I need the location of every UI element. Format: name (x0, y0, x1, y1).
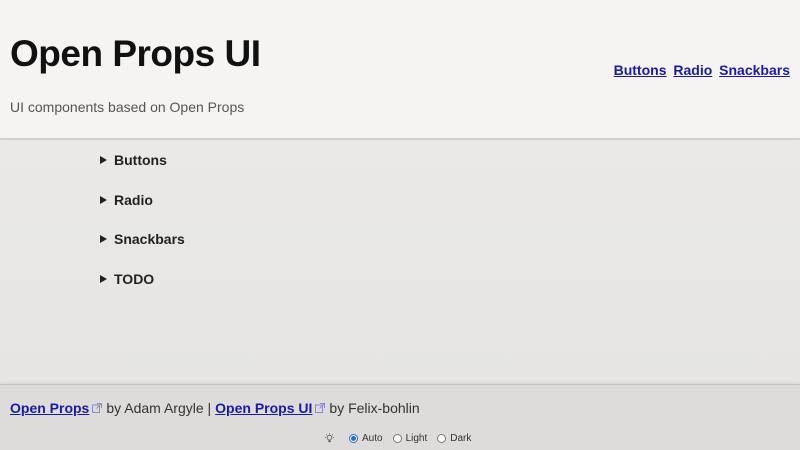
external-link-icon (92, 403, 103, 413)
nav-link-radio[interactable]: Radio (673, 62, 712, 78)
site-title: Open Props UI (10, 33, 261, 74)
section-buttons[interactable]: Buttons (100, 152, 167, 168)
section-radio[interactable]: Radio (100, 192, 153, 208)
theme-auto-radio[interactable] (349, 434, 358, 443)
site-subtitle: UI components based on Open Props (10, 99, 245, 115)
lightbulb-icon (324, 433, 335, 443)
disclosure-triangle-icon (100, 275, 107, 283)
section-label: Radio (114, 192, 153, 208)
section-label: TODO (114, 271, 155, 287)
open-props-ui-link[interactable]: Open Props UI (215, 400, 312, 416)
page: Open Props UI UI components based on Ope… (0, 0, 800, 450)
site-header: Open Props UI UI components based on Ope… (0, 0, 800, 139)
external-link-icon (315, 403, 326, 413)
footer-credits: Open Props by Adam Argyle | Open Props U… (10, 400, 424, 416)
disclosure-triangle-icon (100, 156, 107, 164)
main-content: Buttons Radio Snackbars TODO (0, 140, 800, 384)
theme-switcher: Auto Light Dark (324, 433, 481, 444)
theme-option-light[interactable]: Light (392, 433, 428, 444)
nav-link-snackbars[interactable]: Snackbars (719, 62, 790, 78)
credit-author-text: by Felix-bohlin (329, 400, 420, 416)
nav-link-buttons[interactable]: Buttons (614, 62, 667, 78)
section-label: Snackbars (114, 231, 185, 247)
theme-dark-radio[interactable] (437, 434, 447, 443)
disclosure-triangle-icon (100, 235, 107, 243)
theme-light-radio[interactable] (392, 434, 402, 443)
section-todo[interactable]: TODO (100, 271, 154, 287)
theme-option-auto[interactable]: Auto (349, 433, 383, 444)
section-label: Buttons (114, 152, 167, 168)
open-props-link[interactable]: Open Props (10, 400, 89, 416)
theme-option-label: Auto (362, 433, 383, 444)
theme-option-dark[interactable]: Dark (437, 433, 471, 444)
theme-option-label: Light (405, 433, 428, 444)
header-nav: Buttons Radio Snackbars (611, 62, 790, 78)
disclosure-triangle-icon (100, 196, 107, 204)
credit-author-text: by Adam Argyle | (106, 400, 212, 416)
theme-option-label: Dark (450, 433, 472, 444)
section-snackbars[interactable]: Snackbars (100, 231, 185, 247)
